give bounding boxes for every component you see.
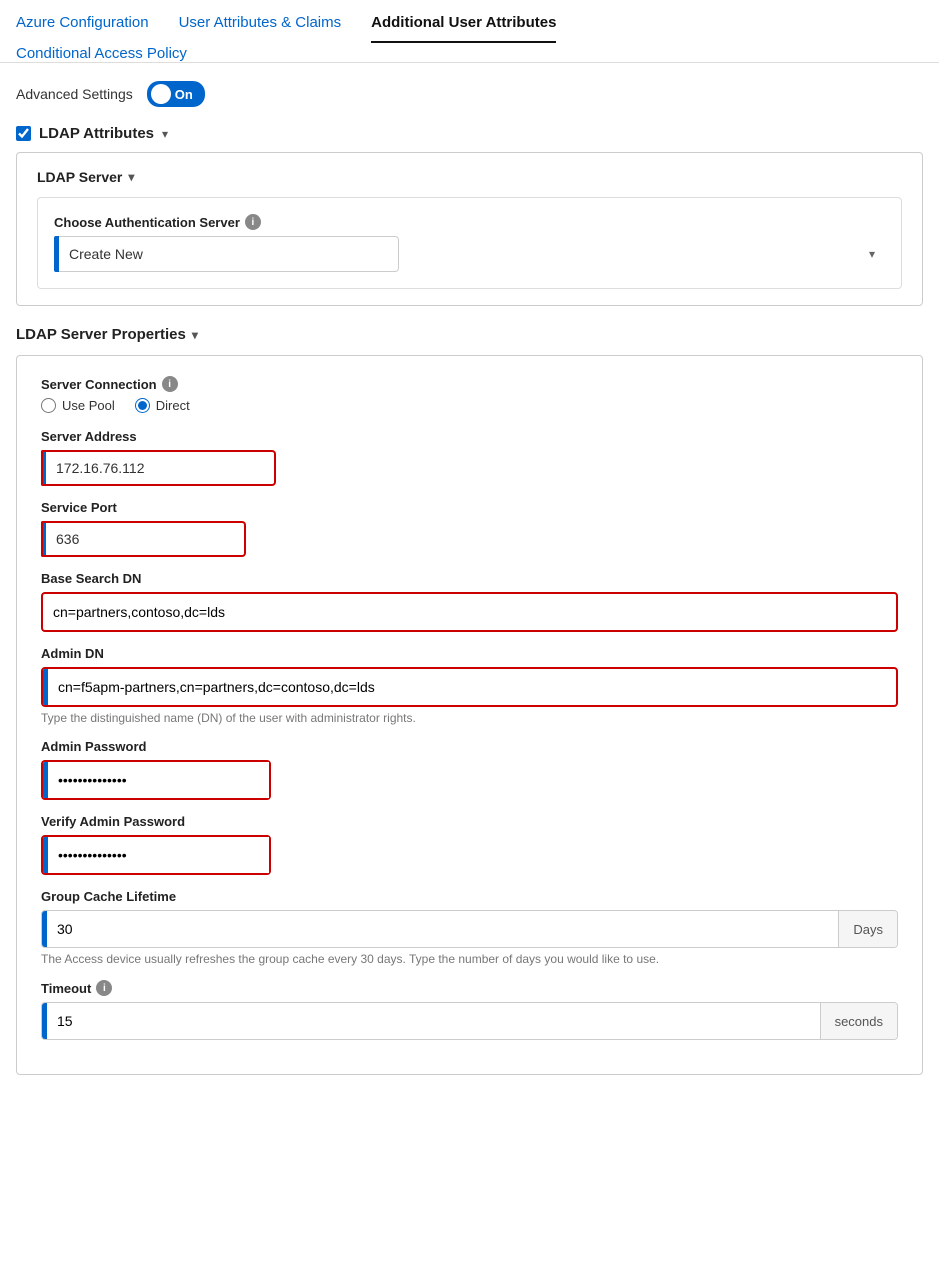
admin-dn-field: Admin DN Type the distinguished name (DN… (41, 646, 898, 725)
base-search-dn-input-wrapper (41, 592, 898, 632)
service-port-field: Service Port (41, 500, 898, 557)
admin-dn-hint: Type the distinguished name (DN) of the … (41, 711, 898, 725)
auth-server-select[interactable]: Create New (59, 236, 399, 272)
toggle-label: On (175, 87, 193, 102)
base-search-dn-field: Base Search DN (41, 571, 898, 632)
admin-dn-input-wrapper (41, 667, 898, 707)
ldap-props-chevron: ▾ (192, 328, 198, 342)
timeout-input-wrapper: seconds (41, 1002, 898, 1040)
group-cache-lifetime-input[interactable] (47, 911, 838, 947)
auth-server-info-icon[interactable]: i (245, 214, 261, 230)
advanced-settings-label: Advanced Settings (16, 86, 133, 102)
ldap-server-chevron: ▾ (128, 170, 134, 184)
radio-direct-input[interactable] (135, 398, 150, 413)
admin-password-input-wrapper (41, 760, 271, 800)
group-cache-hint: The Access device usually refreshes the … (41, 952, 898, 966)
ldap-attributes-header: LDAP Attributes ▾ (16, 125, 923, 142)
timeout-label: Timeout i (41, 980, 898, 996)
select-arrow-icon: ▾ (869, 247, 875, 261)
admin-dn-input[interactable] (48, 669, 896, 705)
verify-admin-password-input-wrapper (41, 835, 271, 875)
server-connection-field: Server Connection i Use Pool Direct (41, 376, 898, 413)
nav-user-attributes-claims[interactable]: User Attributes & Claims (179, 14, 342, 43)
auth-server-field-label: Choose Authentication Server i (54, 214, 885, 230)
base-search-dn-input[interactable] (43, 594, 896, 630)
server-connection-info-icon[interactable]: i (162, 376, 178, 392)
radio-direct[interactable]: Direct (135, 398, 190, 413)
nav-conditional-access-policy[interactable]: Conditional Access Policy (16, 45, 187, 72)
radio-use-pool-input[interactable] (41, 398, 56, 413)
base-search-dn-label: Base Search DN (41, 571, 898, 586)
group-cache-lifetime-field: Group Cache Lifetime Days The Access dev… (41, 889, 898, 966)
ldap-server-title: LDAP Server ▾ (37, 169, 902, 185)
admin-password-label: Admin Password (41, 739, 898, 754)
nav-additional-user-attributes[interactable]: Additional User Attributes (371, 14, 556, 43)
server-connection-label: Server Connection i (41, 376, 898, 392)
admin-dn-label: Admin DN (41, 646, 898, 661)
verify-admin-password-field: Verify Admin Password (41, 814, 898, 875)
timeout-info-icon[interactable]: i (96, 980, 112, 996)
group-cache-lifetime-label: Group Cache Lifetime (41, 889, 898, 904)
ldap-server-properties-card: Server Connection i Use Pool Direct Serv… (16, 355, 923, 1075)
advanced-settings-toggle[interactable]: On (147, 81, 205, 107)
advanced-settings-row: Advanced Settings On (16, 81, 923, 107)
verify-admin-password-label: Verify Admin Password (41, 814, 898, 829)
group-cache-lifetime-input-wrapper: Days (41, 910, 898, 948)
ldap-attributes-checkbox[interactable] (16, 126, 31, 141)
auth-server-select-wrapper: Create New ▾ (54, 236, 885, 272)
admin-password-field: Admin Password (41, 739, 898, 800)
server-address-label: Server Address (41, 429, 898, 444)
timeout-field: Timeout i seconds (41, 980, 898, 1040)
service-port-label: Service Port (41, 500, 898, 515)
toggle-knob (151, 84, 171, 104)
service-port-input[interactable] (46, 521, 246, 557)
nav-azure-config[interactable]: Azure Configuration (16, 14, 149, 43)
server-address-field: Server Address (41, 429, 898, 486)
ldap-attributes-chevron: ▾ (162, 127, 168, 141)
timeout-suffix: seconds (820, 1003, 897, 1039)
radio-use-pool[interactable]: Use Pool (41, 398, 115, 413)
service-port-input-wrapper (41, 521, 898, 557)
server-address-input[interactable] (46, 450, 276, 486)
top-nav: Azure Configuration User Attributes & Cl… (0, 0, 939, 63)
verify-admin-password-input[interactable] (48, 837, 269, 873)
ldap-attributes-title: LDAP Attributes (39, 125, 154, 142)
ldap-server-card: LDAP Server ▾ Choose Authentication Serv… (16, 152, 923, 306)
admin-password-input[interactable] (48, 762, 269, 798)
ldap-server-properties-header: LDAP Server Properties ▾ (16, 326, 923, 343)
auth-server-card: Choose Authentication Server i Create Ne… (37, 197, 902, 289)
server-address-input-wrapper (41, 450, 898, 486)
group-cache-suffix: Days (838, 911, 897, 947)
server-connection-radio-group: Use Pool Direct (41, 398, 898, 413)
timeout-input[interactable] (47, 1003, 820, 1039)
